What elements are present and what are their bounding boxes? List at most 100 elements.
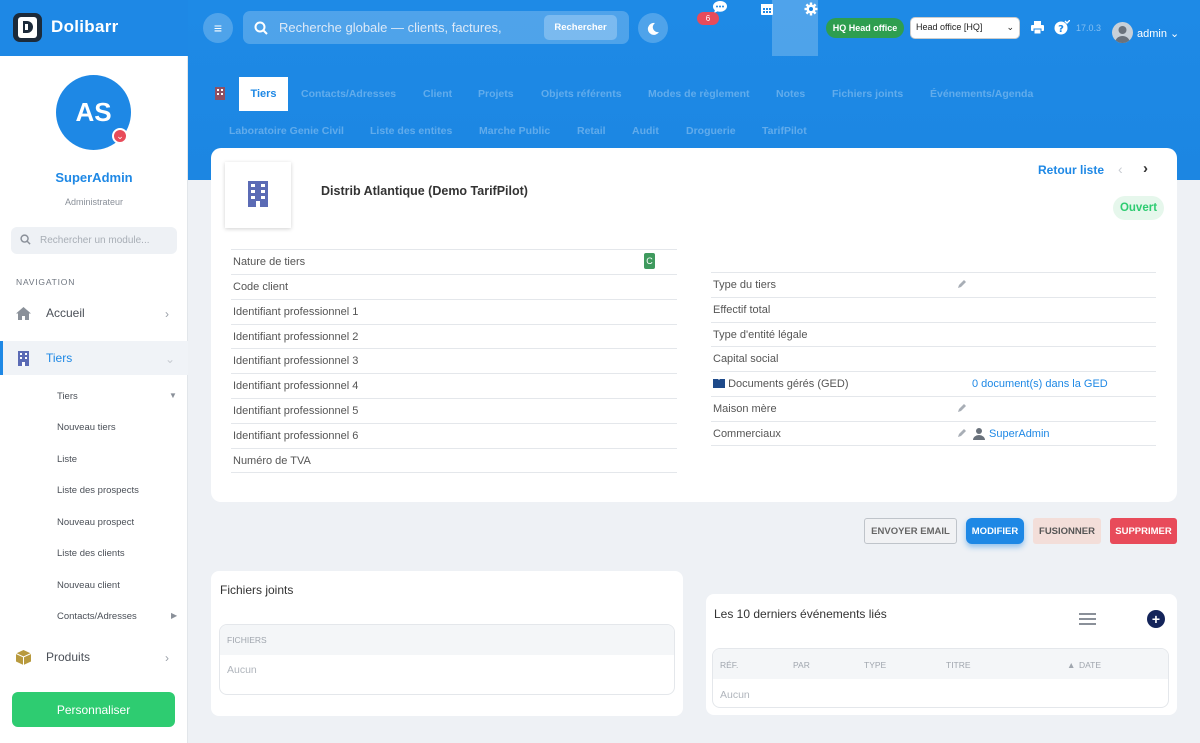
sidebar-subitem-liste[interactable]: Liste (57, 454, 77, 465)
tab-modes-reglement[interactable]: Modes de règlement (648, 88, 750, 100)
tab-objets-referents[interactable]: Objets référents (541, 88, 622, 100)
add-event-icon[interactable]: + (1147, 610, 1165, 628)
pencil-icon[interactable] (957, 279, 967, 289)
modify-button[interactable]: MODIFIER (966, 518, 1024, 544)
home-icon (16, 307, 31, 320)
tab-retail[interactable]: Retail (577, 125, 606, 137)
global-search[interactable]: Recherche globale — clients, factures, p… (243, 11, 629, 44)
field-row: Capital social (711, 346, 1156, 371)
chevron-down-icon[interactable]: ⌄ (112, 128, 128, 144)
column-par[interactable]: PAR (793, 660, 810, 670)
tab-droguerie[interactable]: Droguerie (686, 125, 736, 137)
tab-client[interactable]: Client (423, 88, 452, 100)
sidebar-item-accueil[interactable]: Accueil › (0, 296, 188, 330)
gear-icon[interactable] (804, 2, 818, 16)
field-label: Identifiant professionnel 5 (233, 405, 359, 417)
tab-laboratoire[interactable]: Laboratoire Genie Civil (229, 125, 344, 137)
field-label: Maison mère (713, 403, 777, 415)
notification-badge[interactable]: 6 (697, 12, 719, 25)
tab-evenements[interactable]: Événements/Agenda (930, 88, 1033, 100)
tab-tiers[interactable]: Tiers (239, 77, 288, 111)
user-avatar[interactable] (1112, 22, 1133, 43)
column-type[interactable]: TYPE (864, 660, 886, 670)
entity-select-value: Head office [HQ] (916, 22, 983, 32)
brand-bar: Dolibarr (0, 0, 188, 56)
module-search-input[interactable]: Rechercher un module... (11, 227, 177, 254)
field-row: Code client (231, 274, 677, 299)
sidebar-subitem-liste-clients[interactable]: Liste des clients (57, 548, 125, 559)
entity-select[interactable]: Head office [HQ] ⌄ (910, 17, 1020, 39)
send-email-button[interactable]: ENVOYER EMAIL (864, 518, 957, 544)
next-arrow-icon[interactable]: › (1143, 160, 1148, 177)
previous-arrow-icon[interactable]: ‹ (1118, 161, 1123, 177)
building-icon (248, 181, 268, 207)
tab-audit[interactable]: Audit (632, 125, 659, 137)
field-row: Numéro de TVA (231, 448, 677, 473)
entity-badge[interactable]: HQ Head office (826, 18, 904, 38)
sidebar-subitem-nouveau-prospect[interactable]: Nouveau prospect (57, 517, 134, 528)
files-column-header[interactable]: FICHIERS (220, 625, 674, 655)
dolibarr-logo-icon[interactable] (13, 13, 42, 42)
tab-notes[interactable]: Notes (776, 88, 805, 100)
app-name[interactable]: Dolibarr (51, 17, 119, 37)
tab-fichiers-joints[interactable]: Fichiers joints (832, 88, 903, 100)
printer-icon[interactable] (1031, 21, 1044, 34)
sales-rep-link[interactable]: SuperAdmin (989, 428, 1050, 440)
sidebar-item-tiers[interactable]: Tiers ⌄ (0, 341, 188, 375)
ged-label: Documents gérés (GED) (728, 378, 849, 390)
pencil-icon[interactable] (957, 403, 967, 413)
personalize-button[interactable]: Personnaliser (12, 692, 175, 727)
search-button[interactable]: Rechercher (544, 15, 617, 40)
dark-mode-toggle[interactable] (638, 13, 668, 43)
sidebar-subitem-nouveau-client[interactable]: Nouveau client (57, 580, 120, 591)
tab-marche-public[interactable]: Marche Public (479, 125, 550, 137)
nature-badge: C (644, 253, 655, 269)
nav-heading: NAVIGATION (16, 277, 76, 287)
thirdparty-name: Distrib Atlantique (Demo TarifPilot) (321, 184, 528, 198)
column-ref[interactable]: RÉF. (720, 660, 738, 670)
tab-tarifpilot[interactable]: TarifPilot (762, 125, 807, 137)
attached-files-title: Fichiers joints (220, 583, 294, 597)
field-label: Type du tiers (713, 279, 776, 291)
tab-liste-entites[interactable]: Liste des entites (370, 125, 452, 137)
sidebar-subitem-tiers[interactable]: Tiers (57, 391, 78, 402)
merge-button[interactable]: FUSIONNER (1033, 518, 1101, 544)
thirdparty-logo[interactable] (225, 162, 291, 228)
building-icon[interactable] (215, 87, 225, 100)
pencil-icon[interactable] (957, 428, 967, 438)
global-search-input[interactable]: Recherche globale — clients, factures, p… (279, 20, 501, 35)
chevron-right-icon: › (165, 307, 169, 321)
sidebar-subitem-contacts[interactable]: Contacts/Adresses (57, 611, 137, 622)
user-name[interactable]: SuperAdmin (0, 170, 188, 185)
book-icon (713, 379, 725, 389)
field-label: Identifiant professionnel 6 (233, 430, 359, 442)
list-icon[interactable] (1079, 612, 1096, 626)
caret-right-icon[interactable]: ▶ (171, 611, 177, 620)
module-search-placeholder: Rechercher un module... (40, 235, 150, 246)
svg-text:?: ? (1058, 24, 1064, 35)
version-label: 17.0.3 (1076, 23, 1102, 33)
events-table-header: RÉF. PAR TYPE TITRE ▲ DATE (713, 649, 1168, 679)
field-row: Identifiant professionnel 5 (231, 398, 677, 423)
sidebar-subitem-nouveau-tiers[interactable]: Nouveau tiers (57, 422, 116, 433)
tab-contacts[interactable]: Contacts/Adresses (301, 88, 396, 100)
tab-projets[interactable]: Projets (478, 88, 514, 100)
hamburger-menu-icon[interactable]: ≡ (203, 13, 233, 43)
delete-button[interactable]: SUPPRIMER (1110, 518, 1177, 544)
back-to-list-link[interactable]: Retour liste (1038, 163, 1104, 177)
chevron-down-icon: ⌄ (165, 352, 176, 366)
field-row: Identifiant professionnel 3 (231, 348, 677, 373)
sidebar-subitem-liste-prospects[interactable]: Liste des prospects (57, 485, 139, 496)
sidebar-item-produits[interactable]: Produits › (0, 640, 188, 674)
column-titre[interactable]: TITRE (946, 660, 971, 670)
field-label: Commerciaux (713, 428, 781, 440)
user-menu[interactable]: admin ⌄ (1137, 27, 1179, 40)
help-icon[interactable]: ? (1054, 20, 1070, 35)
status-badge: Ouvert (1113, 196, 1164, 220)
ged-link[interactable]: 0 document(s) dans la GED (972, 378, 1108, 390)
chevron-down-icon: ⌄ (1170, 28, 1180, 40)
column-date[interactable]: DATE (1079, 660, 1101, 670)
sort-up-icon[interactable]: ▲ (1067, 660, 1075, 670)
caret-down-icon[interactable]: ▼ (169, 391, 177, 400)
events-title: Les 10 derniers événements liés (714, 607, 887, 621)
